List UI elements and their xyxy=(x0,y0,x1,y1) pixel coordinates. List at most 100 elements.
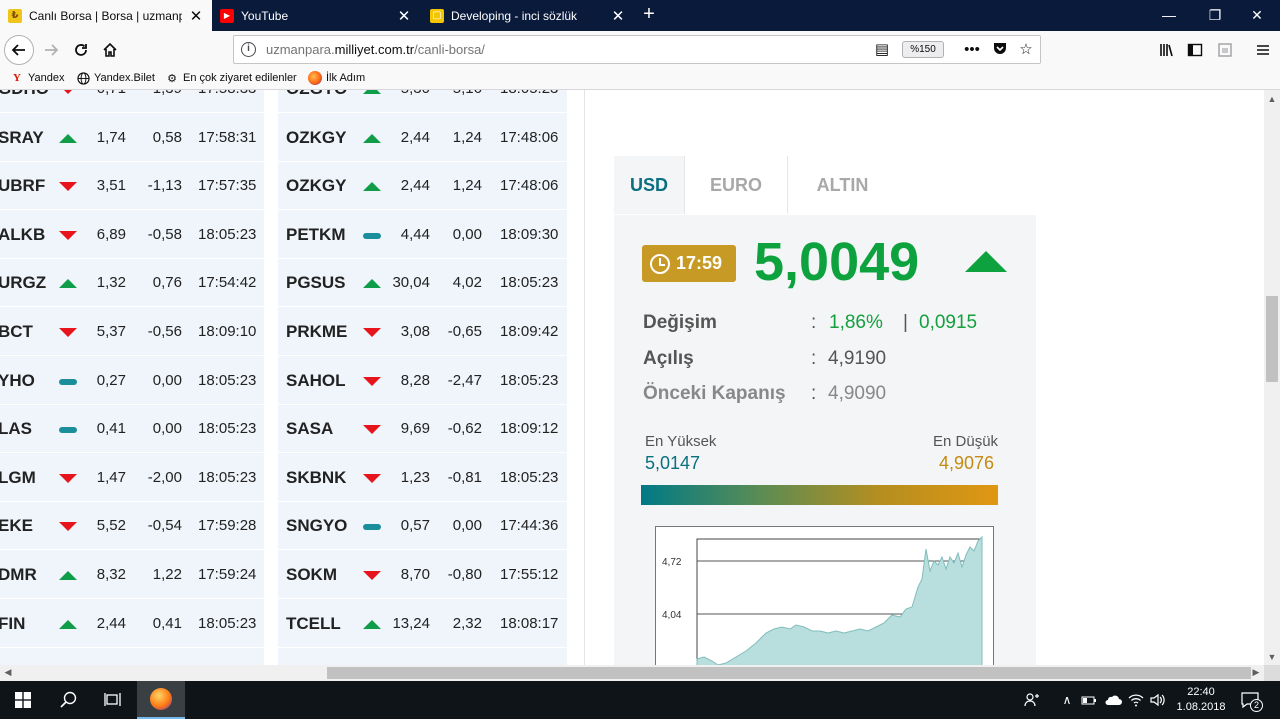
close-window-button[interactable]: ✕ xyxy=(1234,0,1280,31)
table-row[interactable]: LGM 1,47 -2,00 18:05:23 xyxy=(0,454,264,502)
volume-icon[interactable] xyxy=(1147,681,1169,719)
table-row[interactable]: OZGYO 5,305,16 18:05:23 xyxy=(278,90,567,113)
site-info-icon[interactable]: i xyxy=(241,42,256,57)
action-center-button[interactable]: 2 xyxy=(1236,681,1264,719)
page-actions-icon[interactable]: ••• xyxy=(962,40,982,60)
stock-symbol[interactable]: EKE xyxy=(0,502,33,550)
table-row[interactable]: UBRF 3,51 -1,13 17:57:35 xyxy=(0,162,264,211)
bookmark-ilk-adim[interactable]: İlk Adım xyxy=(308,71,365,85)
stock-symbol[interactable]: PRKME xyxy=(286,308,347,356)
task-view-button[interactable] xyxy=(90,681,136,719)
tab-euro[interactable]: EURO xyxy=(684,156,787,214)
stock-symbol[interactable]: SNGYO xyxy=(286,502,347,550)
table-row[interactable]: EKE 5,52 -0,54 17:59:28 xyxy=(0,502,264,551)
table-row[interactable]: PETKM 4,44 0,00 18:09:30 xyxy=(278,211,567,259)
table-row[interactable]: FIN 2,44 0,41 18:05:23 xyxy=(0,600,264,648)
horizontal-scroll-thumb[interactable] xyxy=(327,667,1251,679)
url-domain: milliyet.com.tr xyxy=(334,42,415,57)
forward-button[interactable] xyxy=(36,35,66,65)
people-icon[interactable] xyxy=(1018,681,1046,719)
stock-symbol[interactable]: GDHO xyxy=(0,90,49,113)
stock-symbol[interactable]: TCELL xyxy=(286,600,341,648)
stock-symbol[interactable]: BCT xyxy=(0,308,33,356)
minimize-button[interactable]: — xyxy=(1146,0,1192,31)
tab-canli-borsa[interactable]: ₺ Canlı Borsa | Borsa | uzmanpara ✕ xyxy=(0,0,212,31)
stock-symbol[interactable]: ALKB xyxy=(0,211,45,259)
taskbar-firefox[interactable] xyxy=(137,681,185,719)
bookmark-yandex-bilet[interactable]: Yandex.Bilet xyxy=(76,71,155,85)
wifi-icon[interactable] xyxy=(1125,681,1147,719)
table-row[interactable]: SAHOL 8,28 -2,47 18:05:23 xyxy=(278,357,567,405)
start-button[interactable] xyxy=(0,681,46,719)
reload-button[interactable] xyxy=(66,35,96,65)
system-clock[interactable]: 22:40 1.08.2018 xyxy=(1176,685,1226,715)
extension-button[interactable] xyxy=(1210,35,1240,65)
table-row[interactable]: YHO 0,27 0,00 18:05:23 xyxy=(0,357,264,405)
back-button[interactable] xyxy=(4,35,34,65)
stock-symbol[interactable]: SOKM xyxy=(286,551,337,599)
stock-symbol[interactable]: FIN xyxy=(0,600,25,648)
stock-symbol[interactable]: OZKGY xyxy=(286,162,346,210)
table-row[interactable]: SNGYO 0,57 0,00 17:44:36 xyxy=(278,502,567,551)
scroll-right-arrow-icon[interactable]: ▶ xyxy=(1251,667,1261,678)
scroll-left-arrow-icon[interactable]: ◀ xyxy=(3,667,13,678)
scroll-down-arrow-icon[interactable]: ▼ xyxy=(1266,652,1278,662)
tab-inci-sozluk[interactable]: ▢ Developing - inci sözlük ✕ xyxy=(422,0,634,31)
show-hidden-icons[interactable]: ∧ xyxy=(1056,681,1078,719)
table-row[interactable]: BCT 5,37 -0,56 18:09:10 xyxy=(0,308,264,356)
reader-view-icon[interactable]: ▤ xyxy=(872,40,892,60)
search-button[interactable] xyxy=(46,681,92,719)
stock-symbol[interactable]: URGZ xyxy=(0,259,46,307)
table-row[interactable]: GDHO 0,71-1,39 17:58:33 xyxy=(0,90,264,113)
stock-symbol[interactable]: SAHOL xyxy=(286,357,346,405)
new-tab-button[interactable]: + xyxy=(638,3,660,27)
tab-altin[interactable]: ALTIN xyxy=(787,156,897,214)
menu-button[interactable] xyxy=(1248,35,1278,65)
table-row[interactable]: TCELL 13,24 2,32 18:08:17 xyxy=(278,600,567,648)
tab-youtube[interactable]: ▶ YouTube ✕ xyxy=(212,0,420,31)
stock-symbol[interactable]: LGM xyxy=(0,454,36,502)
url-bar[interactable]: i uzmanpara.milliyet.com.tr/canli-borsa/… xyxy=(233,35,1041,64)
table-row[interactable]: SKBNK 1,23 -0,81 18:05:23 xyxy=(278,454,567,502)
stock-symbol[interactable]: LAS xyxy=(0,405,32,453)
stock-symbol[interactable]: SASA xyxy=(286,405,333,453)
table-row[interactable]: SRAY 1,74 0,58 17:58:31 xyxy=(0,114,264,162)
table-row[interactable]: SASA 9,69 -0,62 18:09:12 xyxy=(278,405,567,454)
table-row[interactable]: OZKGY 2,44 1,24 17:48:06 xyxy=(278,114,567,162)
stock-symbol[interactable]: OZGYO xyxy=(286,90,347,113)
close-tab-icon[interactable]: ✕ xyxy=(188,7,204,25)
table-row[interactable]: OZKGY 2,44 1,24 17:48:06 xyxy=(278,162,567,211)
bookmark-yandex[interactable]: Y Yandex xyxy=(10,71,64,85)
bookmark-most-visited[interactable]: ⚙ En çok ziyaret edilenler xyxy=(165,71,297,85)
table-row[interactable]: PRKME 3,08 -0,65 18:09:42 xyxy=(278,308,567,356)
close-tab-icon[interactable]: ✕ xyxy=(396,7,412,25)
stock-symbol[interactable]: SRAY xyxy=(0,114,44,162)
stock-symbol[interactable]: PETKM xyxy=(286,211,346,259)
table-row[interactable]: DMR 8,32 1,22 17:59:24 xyxy=(0,551,264,599)
stock-symbol[interactable]: PGSUS xyxy=(286,259,346,307)
url-text[interactable]: uzmanpara.milliyet.com.tr/canli-borsa/ xyxy=(266,42,485,57)
stock-symbol[interactable]: OZKGY xyxy=(286,114,346,162)
library-button[interactable] xyxy=(1152,35,1182,65)
sidebar-button[interactable] xyxy=(1180,35,1210,65)
pocket-icon[interactable] xyxy=(990,40,1010,60)
bookmark-star-icon[interactable]: ☆ xyxy=(1016,40,1036,60)
scroll-up-arrow-icon[interactable]: ▲ xyxy=(1266,94,1278,104)
battery-icon[interactable] xyxy=(1078,681,1100,719)
tab-usd[interactable]: USD xyxy=(614,156,684,214)
home-button[interactable] xyxy=(95,35,125,65)
table-row[interactable]: PGSUS 30,04 4,02 18:05:23 xyxy=(278,259,567,308)
table-row[interactable]: ALKB 6,89 -0,58 18:05:23 xyxy=(0,211,264,259)
maximize-button[interactable]: ❐ xyxy=(1192,0,1238,31)
vertical-scroll-thumb[interactable] xyxy=(1266,296,1278,382)
onedrive-cloud-icon[interactable] xyxy=(1101,681,1125,719)
stock-symbol[interactable]: DMR xyxy=(0,551,37,599)
table-row[interactable]: SOKM 8,70 -0,80 17:55:12 xyxy=(278,551,567,599)
table-row[interactable]: LAS 0,41 0,00 18:05:23 xyxy=(0,405,264,454)
stock-symbol[interactable]: YHO xyxy=(0,357,35,405)
table-row[interactable]: URGZ 1,32 0,76 17:54:42 xyxy=(0,259,264,308)
stock-symbol[interactable]: UBRF xyxy=(0,162,45,210)
close-tab-icon[interactable]: ✕ xyxy=(610,7,626,25)
stock-symbol[interactable]: SKBNK xyxy=(286,454,346,502)
zoom-level-button[interactable]: %150 xyxy=(902,41,944,58)
